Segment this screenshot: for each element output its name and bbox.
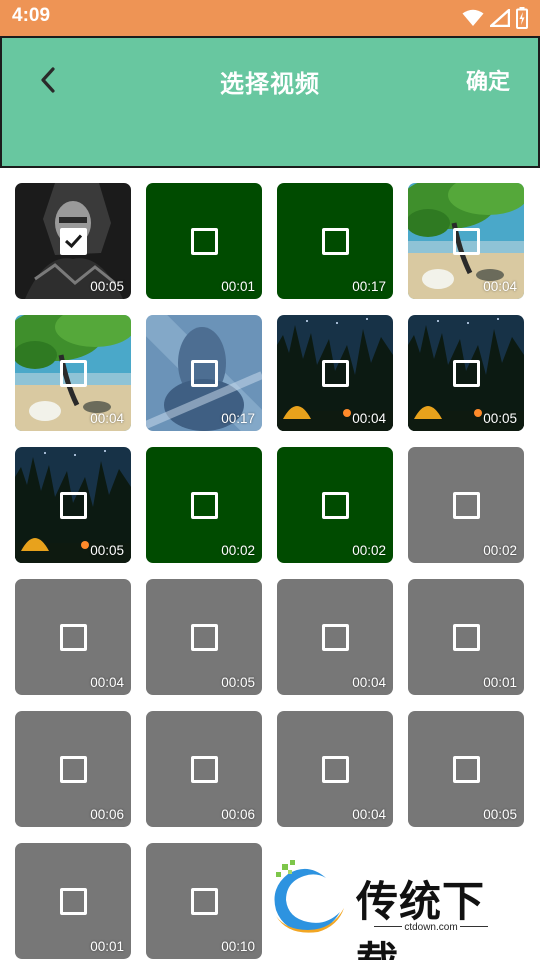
checkbox-unchecked[interactable]	[322, 624, 349, 651]
video-duration: 00:05	[90, 279, 124, 294]
video-tile[interactable]: 00:04	[15, 579, 131, 695]
video-tile[interactable]: 00:10	[146, 843, 262, 959]
header: 选择视频 确定	[0, 36, 540, 168]
checkbox-unchecked[interactable]	[191, 492, 218, 519]
video-duration: 00:02	[221, 543, 255, 558]
video-duration: 00:02	[352, 543, 386, 558]
checkbox-unchecked[interactable]	[453, 228, 480, 255]
checkbox-unchecked[interactable]	[453, 756, 480, 783]
signal-icon	[490, 9, 510, 27]
checkbox-unchecked[interactable]	[60, 492, 87, 519]
video-tile[interactable]: 00:04	[408, 183, 524, 299]
checkbox-unchecked[interactable]	[322, 360, 349, 387]
status-bar: 4:09	[0, 0, 540, 36]
video-tile[interactable]: 00:05	[15, 183, 131, 299]
checkbox-unchecked[interactable]	[60, 888, 87, 915]
video-duration: 00:02	[483, 543, 517, 558]
checkbox-unchecked[interactable]	[60, 624, 87, 651]
video-tile[interactable]: 00:17	[146, 315, 262, 431]
video-duration: 00:04	[352, 675, 386, 690]
video-duration: 00:04	[483, 279, 517, 294]
video-grid: 00:05 00:01 00:17 00:04 00:04 00:17 00:04 00:05…	[15, 183, 524, 959]
checkbox-unchecked[interactable]	[191, 360, 218, 387]
checkbox-checked[interactable]	[60, 228, 87, 255]
video-tile[interactable]: 00:01	[146, 183, 262, 299]
video-duration: 00:06	[90, 807, 124, 822]
video-duration: 00:05	[483, 807, 517, 822]
status-time: 4:09	[12, 5, 51, 26]
video-tile[interactable]: 00:05	[15, 447, 131, 563]
checkbox-unchecked[interactable]	[453, 624, 480, 651]
video-tile[interactable]: 00:04	[277, 579, 393, 695]
video-tile[interactable]: 00:02	[277, 447, 393, 563]
video-tile[interactable]: 00:02	[408, 447, 524, 563]
video-tile[interactable]: 00:01	[408, 579, 524, 695]
video-duration: 00:05	[483, 411, 517, 426]
video-tile[interactable]: 00:05	[146, 579, 262, 695]
checkbox-unchecked[interactable]	[60, 360, 87, 387]
video-duration: 00:04	[352, 807, 386, 822]
watermark-url: ctdown.com	[356, 922, 506, 933]
video-duration: 00:10	[221, 939, 255, 954]
video-duration: 00:17	[221, 411, 255, 426]
video-tile[interactable]: 00:17	[277, 183, 393, 299]
video-duration: 00:04	[352, 411, 386, 426]
checkbox-unchecked[interactable]	[191, 624, 218, 651]
checkbox-unchecked[interactable]	[322, 492, 349, 519]
checkbox-unchecked[interactable]	[191, 888, 218, 915]
video-tile[interactable]: 00:02	[146, 447, 262, 563]
battery-icon	[516, 7, 528, 29]
wifi-icon	[462, 9, 484, 26]
watermark-url-rule-right	[460, 926, 489, 928]
watermark-url-text: ctdown.com	[404, 922, 458, 933]
checkbox-unchecked[interactable]	[191, 228, 218, 255]
video-tile[interactable]: 00:05	[408, 711, 524, 827]
status-icons	[462, 6, 528, 30]
checkbox-unchecked[interactable]	[60, 756, 87, 783]
logo-icon	[274, 860, 344, 933]
checkbox-unchecked[interactable]	[453, 492, 480, 519]
video-duration: 00:01	[221, 279, 255, 294]
video-tile[interactable]: 00:06	[146, 711, 262, 827]
watermark-url-rule-left	[373, 926, 402, 928]
video-tile[interactable]: 00:05	[408, 315, 524, 431]
checkbox-unchecked[interactable]	[191, 756, 218, 783]
video-tile[interactable]: 00:06	[15, 711, 131, 827]
video-duration: 00:05	[221, 675, 255, 690]
video-tile[interactable]: 00:04	[15, 315, 131, 431]
page-title: 选择视频	[220, 70, 320, 98]
video-tile[interactable]: 00:04	[277, 711, 393, 827]
video-duration: 00:04	[90, 411, 124, 426]
video-duration: 00:17	[352, 279, 386, 294]
watermark-logo: 传统下载 ctdown.com	[268, 860, 518, 960]
video-tile[interactable]: 00:01	[15, 843, 131, 959]
confirm-button[interactable]: 确定	[466, 64, 510, 96]
video-duration: 00:06	[221, 807, 255, 822]
video-duration: 00:01	[483, 675, 517, 690]
video-duration: 00:04	[90, 675, 124, 690]
video-duration: 00:05	[90, 543, 124, 558]
watermark-text: 传统下载	[356, 877, 486, 960]
checkbox-unchecked[interactable]	[453, 360, 480, 387]
checkbox-unchecked[interactable]	[322, 228, 349, 255]
video-tile[interactable]: 00:04	[277, 315, 393, 431]
checkbox-unchecked[interactable]	[322, 756, 349, 783]
video-duration: 00:01	[90, 939, 124, 954]
checkmark-icon	[64, 234, 83, 249]
